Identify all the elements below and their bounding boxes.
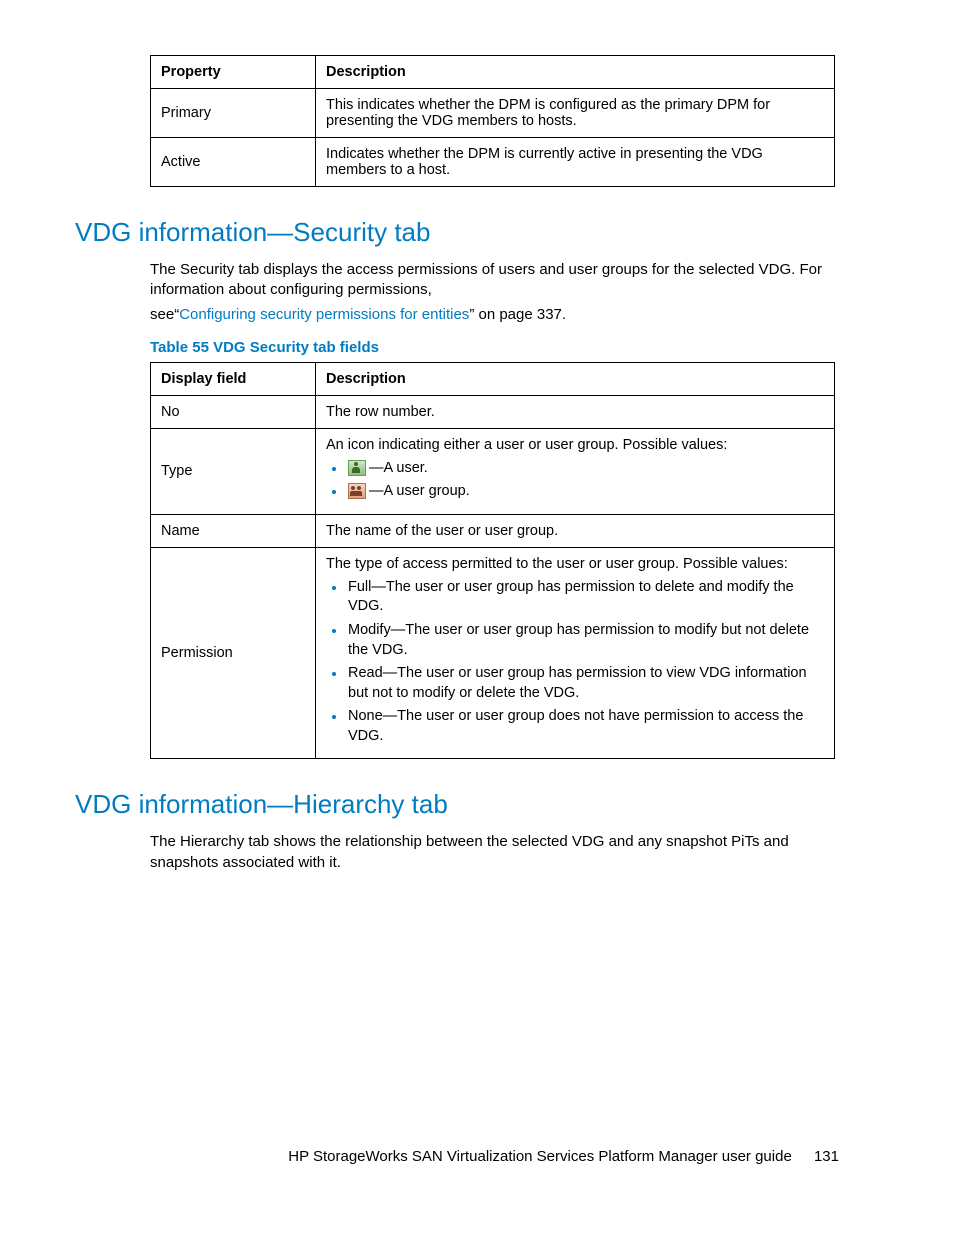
list-item: Modify—The user or user group has permis… [346,621,824,660]
hierarchy-text: The Hierarchy tab shows the relationship… [150,832,839,873]
property-table: Property Description Primary This indica… [150,55,835,187]
desc-cell: The row number. [316,395,835,428]
page-ref: on page 337. [474,306,566,323]
property-cell: Primary [151,89,316,138]
list-item: —A user. [346,459,824,479]
description-cell: Indicates whether the DPM is currently a… [316,138,835,187]
list-item: Read—The user or user group has permissi… [346,664,824,703]
list-item: —A user group. [346,482,824,502]
perm-intro: The type of access permitted to the user… [326,556,788,572]
list-item: None—The user or user group does not hav… [346,707,824,746]
property-cell: Active [151,138,316,187]
field-cell: No [151,395,316,428]
group-label: —A user group. [369,483,470,499]
security-intro-1: The Security tab displays the access per… [150,260,839,301]
security-intro-2: see“Configuring security permissions for… [150,305,839,325]
footer-title: HP StorageWorks SAN Virtualization Servi… [288,1148,792,1165]
user-group-icon [348,483,366,499]
table-row: Name The name of the user or user group. [151,514,835,547]
field-cell: Name [151,514,316,547]
security-table: Display field Description No The row num… [150,362,835,760]
security-tab-heading: VDG information—Security tab [75,217,839,248]
table-caption: Table 55 VDG Security tab fields [150,339,839,356]
table-row: Permission The type of access permitted … [151,547,835,759]
col-header-description: Description [316,362,835,395]
table-row: Primary This indicates whether the DPM i… [151,89,835,138]
col-header-display-field: Display field [151,362,316,395]
page-footer: HP StorageWorks SAN Virtualization Servi… [288,1148,839,1165]
description-cell: This indicates whether the DPM is config… [316,89,835,138]
see-label: see [150,306,174,323]
desc-cell: The name of the user or user group. [316,514,835,547]
page-number: 131 [814,1148,839,1165]
desc-cell: An icon indicating either a user or user… [316,428,835,514]
col-header-property: Property [151,56,316,89]
hierarchy-tab-heading: VDG information—Hierarchy tab [75,789,839,820]
user-icon [348,460,366,476]
type-intro: An icon indicating either a user or user… [326,437,727,453]
field-cell: Type [151,428,316,514]
table-row: Active Indicates whether the DPM is curr… [151,138,835,187]
list-item: Full—The user or user group has permissi… [346,578,824,617]
table-row: Type An icon indicating either a user or… [151,428,835,514]
user-label: —A user. [369,460,428,476]
table-row: No The row number. [151,395,835,428]
desc-cell: The type of access permitted to the user… [316,547,835,759]
field-cell: Permission [151,547,316,759]
config-permissions-link[interactable]: Configuring security permissions for ent… [179,306,469,323]
col-header-description: Description [316,56,835,89]
